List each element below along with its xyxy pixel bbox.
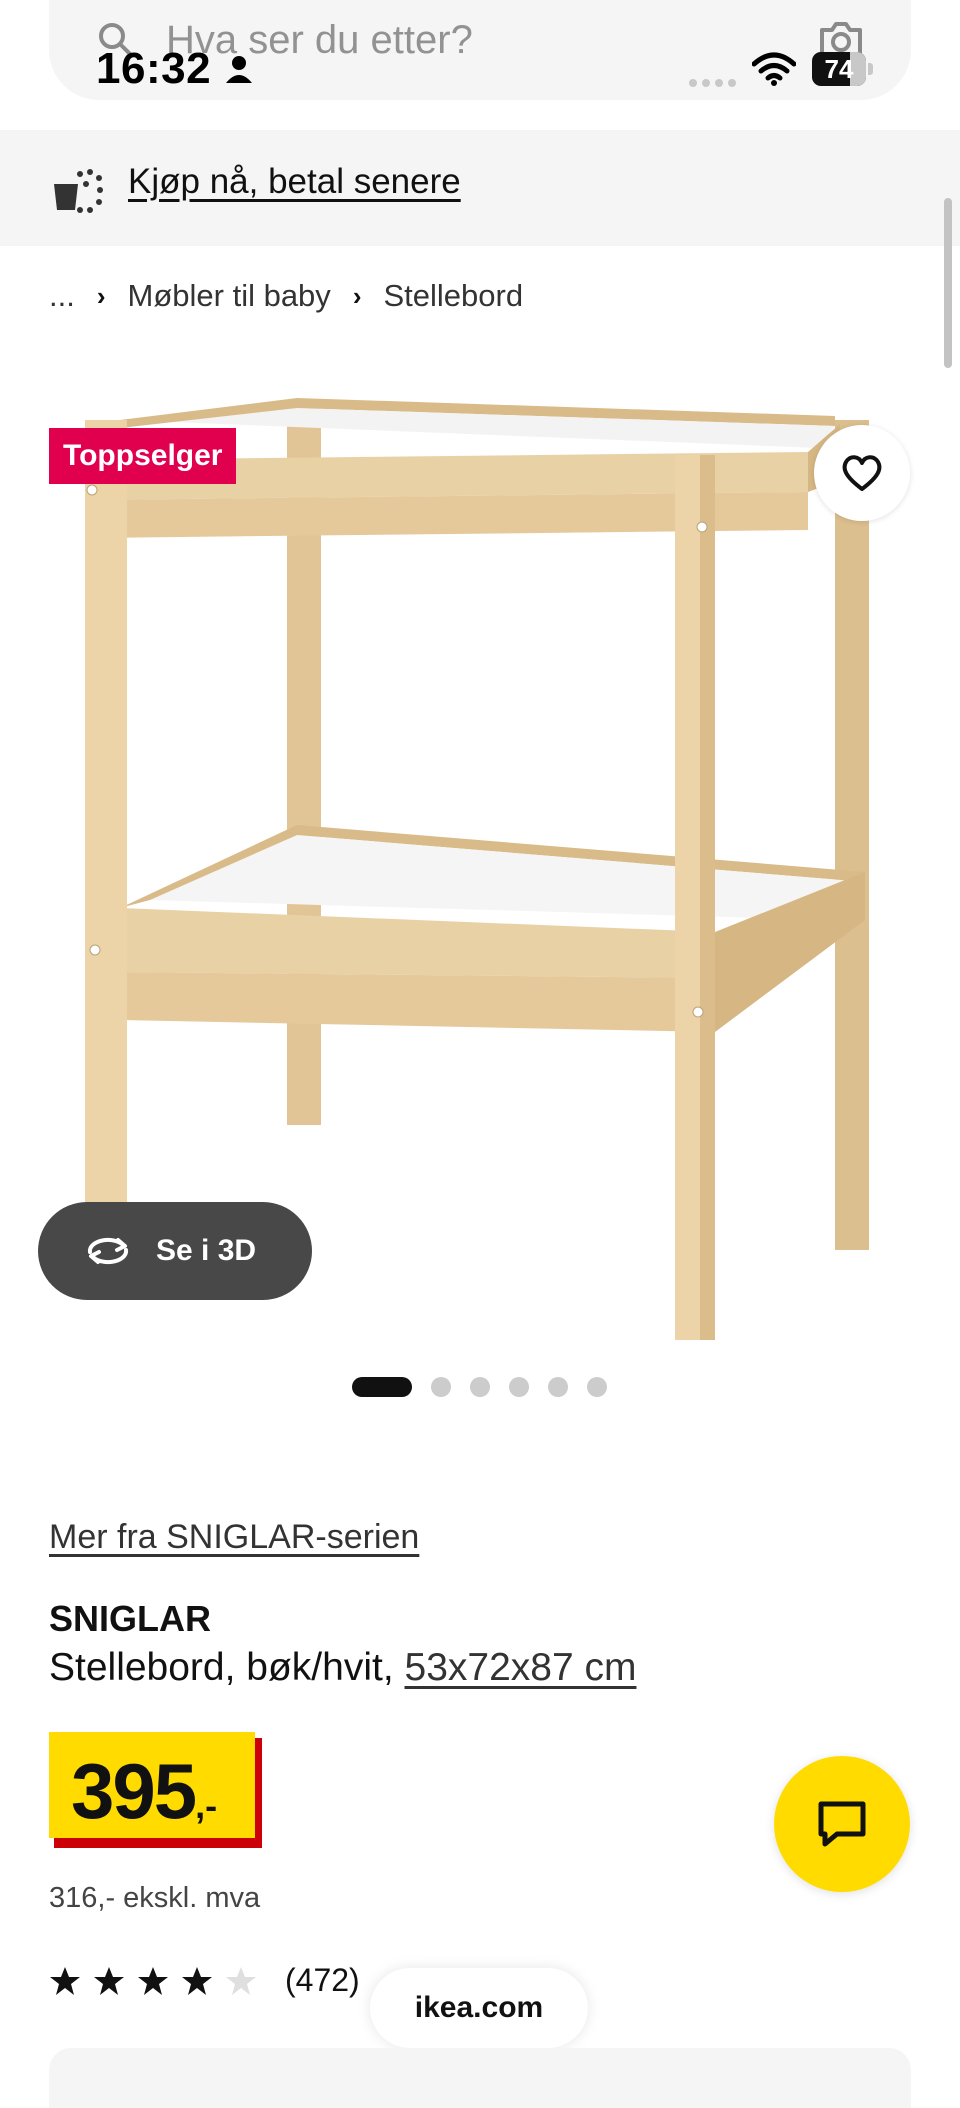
price-tag: 395,- [49,1732,255,1838]
star-icon [138,1966,168,1995]
breadcrumb-item-baby-furniture[interactable]: Møbler til baby [128,278,331,314]
breadcrumb-item-changing-table[interactable]: Stellebord [383,278,523,314]
carousel-dots[interactable] [352,1376,626,1398]
battery-indicator: 74 [812,52,874,88]
see-in-3d-label: Se i 3D [156,1234,257,1267]
rotate-3d-icon [87,1237,129,1265]
star-empty-icon [226,1966,256,1995]
chat-button[interactable] [774,1756,910,1892]
product-image[interactable] [0,360,960,1340]
price-value: 395,- [71,1746,217,1837]
heart-icon [842,455,882,491]
series-link[interactable]: Mer fra SNIGLAR-serien [49,1518,419,1557]
star-icon [50,1966,80,1995]
product-name: SNIGLAR [49,1598,211,1639]
battery-level: 74 [824,54,854,84]
price-main: 395 [71,1747,197,1835]
star-icon [182,1966,212,1995]
person-icon [226,56,252,83]
breadcrumb-item-more[interactable]: ... [49,278,75,314]
star-icon [94,1966,124,1995]
rating[interactable]: (472) [49,1962,360,1999]
carousel-dot[interactable] [587,1377,607,1397]
browser-url-bar[interactable]: ikea.com [370,1968,588,2048]
top-seller-badge: Toppselger [49,428,237,484]
battery-cap [868,63,873,75]
carousel-dot[interactable] [548,1377,568,1397]
rating-count: (472) [285,1962,360,1998]
chevron-right-icon: › [96,280,106,311]
chat-icon [818,1801,866,1847]
scrollbar[interactable] [944,198,952,368]
breadcrumb: ... › Møbler til baby › Stellebord [49,278,523,314]
carousel-dot[interactable] [431,1377,451,1397]
carousel-dot[interactable] [470,1377,490,1397]
price-suffix: ,- [195,1785,218,1826]
carousel-dot[interactable] [509,1377,529,1397]
status-time: 16:32 [96,44,212,93]
bnpl-icon [54,169,103,213]
chevron-right-icon: › [352,280,362,311]
bottom-card [49,2048,911,2108]
search-input[interactable]: Hva ser du etter? [166,18,473,63]
product-description-text: Stellebord, bøk/hvit, [49,1646,405,1689]
wifi-icon [752,52,796,86]
favorite-button[interactable] [814,425,910,521]
cellular-signal-icon [689,79,736,87]
price-ex-vat: 316,- ekskl. mva [49,1882,261,1914]
bnpl-link[interactable]: Kjøp nå, betal senere [128,162,461,202]
product-size-link[interactable]: 53x72x87 cm [405,1646,637,1689]
carousel-dot-active[interactable] [352,1377,412,1397]
product-description: Stellebord, bøk/hvit, 53x72x87 cm [49,1646,636,1690]
see-in-3d-button[interactable]: Se i 3D [38,1202,312,1300]
